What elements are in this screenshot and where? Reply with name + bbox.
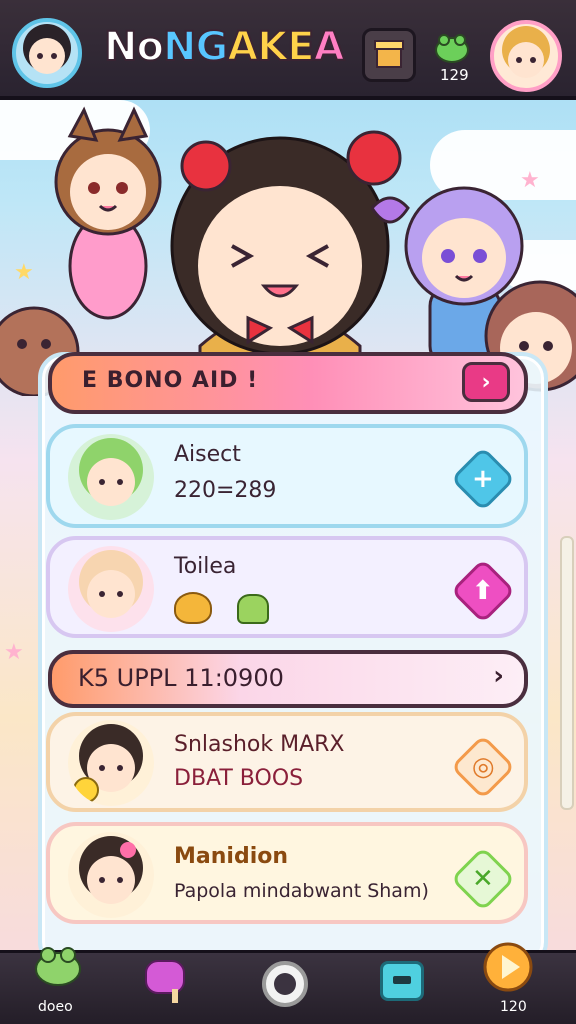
card-title: Snlashok MARX	[174, 732, 345, 757]
counter-label: 129	[440, 66, 469, 84]
nav-frog-button[interactable]	[32, 941, 84, 989]
blonde-face-icon	[502, 26, 550, 78]
star-icon: ★	[4, 640, 24, 665]
nav-candy-button[interactable]	[142, 955, 194, 1005]
play-icon	[483, 942, 533, 992]
blonde-cat-avatar	[68, 546, 154, 632]
character-face-icon	[79, 550, 143, 618]
gift-box-icon	[374, 40, 404, 68]
scrollbar[interactable]	[560, 536, 574, 810]
quest-card[interactable]: Aisect 220=289 +	[46, 424, 528, 528]
heart-icon	[174, 592, 212, 624]
dark-hair-avatar	[68, 720, 154, 806]
slime-icon	[237, 594, 270, 624]
frog-icon	[35, 947, 81, 986]
screen-icon	[393, 976, 411, 984]
character-illustration	[0, 106, 576, 396]
player-avatar[interactable]	[12, 18, 82, 88]
frog-icon	[435, 34, 469, 63]
character-face-icon	[79, 836, 143, 904]
home-button-icon[interactable]	[262, 961, 308, 1007]
cross-icon[interactable]: ✕	[450, 846, 516, 912]
friend-avatar[interactable]	[490, 20, 562, 92]
plus-icon[interactable]: +	[450, 446, 516, 512]
card-title: Manidion	[174, 844, 289, 869]
chevron-right-icon[interactable]: ›	[493, 661, 504, 691]
up-arrow-icon[interactable]: ⬆	[450, 558, 516, 624]
panel-header[interactable]: E BONO AID ! ›	[48, 352, 528, 414]
brown-hair-girl	[54, 106, 162, 320]
panel-title: E BONO AID !	[82, 368, 259, 393]
card-title: Toilea	[174, 554, 237, 579]
game-screen: ★ ★ ★ NoNGAKEA 129 E BONO AID ! › Aisect…	[0, 0, 576, 1024]
bottom-nav: doeo 120	[0, 942, 576, 1024]
quest-card[interactable]: Toilea ⬆	[46, 536, 528, 638]
nav-play-button[interactable]	[482, 941, 534, 993]
character-face-icon	[73, 724, 143, 803]
quest-card[interactable]: Manidion Papola mindabwant Sham) ✕	[46, 822, 528, 924]
target-icon[interactable]: ◎	[450, 734, 516, 800]
circle-icon	[274, 973, 296, 995]
card-subtitle: Papola mindabwant Sham)	[174, 880, 429, 902]
top-bar: NoNGAKEA 129	[0, 0, 576, 100]
event-text: K5 UPPL 11:0900	[78, 664, 284, 692]
nav-label-left: doeo	[38, 999, 73, 1015]
character-face-icon	[79, 438, 143, 506]
candy-icon	[145, 960, 185, 1003]
green-hair-avatar	[68, 434, 154, 520]
card-value: 220=289	[174, 478, 277, 503]
game-logo: NoNGAKEA	[103, 23, 346, 71]
card-title: Aisect	[174, 442, 241, 467]
quest-card[interactable]: Snlashok MARX DBAT BOOS ◎	[46, 712, 528, 812]
avatar-face-icon	[23, 24, 71, 74]
box-button[interactable]	[362, 28, 416, 82]
chevron-right-icon[interactable]: ›	[462, 362, 510, 402]
flower-hair-avatar	[68, 832, 154, 918]
event-bar[interactable]: K5 UPPL 11:0900 ›	[48, 650, 528, 708]
nav-label-right: 120	[500, 999, 527, 1015]
card-subtitle: DBAT BOOS	[174, 766, 304, 791]
card-items	[174, 592, 270, 628]
nav-tv-button[interactable]	[380, 961, 424, 1001]
frog-mascot-icon[interactable]	[432, 30, 472, 64]
